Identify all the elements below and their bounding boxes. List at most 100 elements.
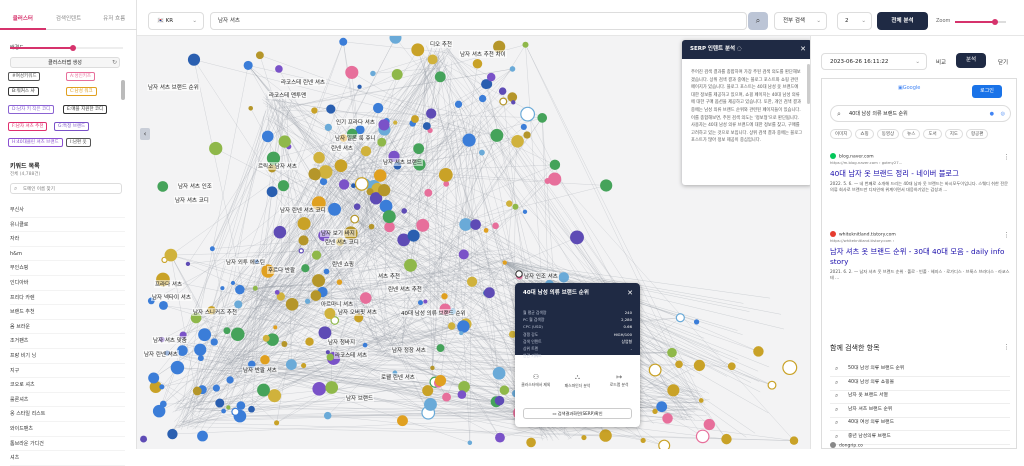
graph-node[interactable]: [426, 108, 436, 118]
graph-node[interactable]: [511, 135, 524, 148]
tab-search-intent[interactable]: 검색인텐트: [46, 8, 92, 30]
cluster-chip[interactable]: B:워커스 샤: [8, 87, 39, 96]
graph-node[interactable]: [550, 160, 560, 170]
graph-node[interactable]: [545, 178, 551, 184]
graph-node[interactable]: [301, 363, 306, 368]
graph-node[interactable]: [411, 43, 424, 56]
graph-node[interactable]: [392, 69, 403, 80]
keyword-list-item[interactable]: 인디아바: [10, 276, 125, 291]
keyword-list-item[interactable]: 코오로 셔츠: [10, 378, 125, 393]
keyword-list-item[interactable]: 조거팬츠: [10, 334, 125, 349]
graph-node[interactable]: [390, 36, 402, 44]
graph-node[interactable]: [339, 38, 347, 46]
graph-node[interactable]: [286, 359, 297, 370]
graph-node[interactable]: [268, 389, 281, 402]
graph-node[interactable]: [305, 337, 313, 345]
graph-node[interactable]: [262, 131, 274, 143]
zoom-slider-handle[interactable]: [992, 19, 998, 25]
search-mode-select[interactable]: 전부 검색⌄: [774, 12, 827, 30]
google-tab[interactable]: 뉴스: [902, 129, 920, 139]
keyword-list-item[interactable]: 와이드팬츠: [10, 422, 125, 437]
graph-node[interactable]: [437, 344, 445, 352]
graph-node[interactable]: [652, 409, 657, 414]
graph-node[interactable]: [345, 66, 358, 79]
keyword-list-item[interactable]: 룰론셔츠: [10, 393, 125, 408]
graph-node[interactable]: [459, 218, 472, 231]
keyword-list-item[interactable]: 프랑 비기 닝: [10, 349, 125, 364]
search-button[interactable]: ⌕: [748, 12, 768, 30]
graph-node[interactable]: [140, 436, 147, 443]
graph-node[interactable]: [275, 65, 283, 73]
graph-node[interactable]: [442, 393, 451, 402]
graph-node[interactable]: [599, 429, 611, 441]
graph-node[interactable]: [492, 222, 499, 229]
graph-node[interactable]: [312, 251, 321, 260]
graph-node[interactable]: [493, 367, 506, 380]
graph-node[interactable]: [335, 159, 348, 172]
graph-node[interactable]: [256, 51, 264, 59]
graph-node[interactable]: [506, 200, 512, 206]
graph-node[interactable]: [696, 430, 708, 442]
graph-node[interactable]: [401, 208, 407, 214]
graph-node[interactable]: [194, 344, 206, 356]
graph-node[interactable]: [248, 106, 253, 111]
graph-node[interactable]: [274, 420, 279, 425]
tab-cluster[interactable]: 클러스터: [0, 8, 46, 30]
refresh-icon[interactable]: ↻: [112, 59, 117, 66]
graph-node[interactable]: [484, 287, 495, 298]
graph-node[interactable]: [753, 346, 763, 356]
graph-node[interactable]: [404, 259, 417, 272]
graph-node[interactable]: [231, 327, 245, 341]
graph-node[interactable]: [467, 277, 477, 287]
graph-node[interactable]: [263, 335, 270, 342]
keyword-list-item[interactable]: 무신사: [10, 203, 125, 218]
graph-node[interactable]: [198, 328, 211, 341]
graph-node[interactable]: [356, 178, 368, 190]
graph-node[interactable]: [526, 438, 536, 448]
keyword-list-item[interactable]: 자라: [10, 232, 125, 247]
graph-node[interactable]: [470, 219, 481, 230]
close-icon[interactable]: ✕: [627, 283, 633, 303]
graph-node[interactable]: [279, 135, 291, 147]
graph-node[interactable]: [324, 412, 332, 420]
graph-node[interactable]: [487, 73, 495, 81]
graph-node[interactable]: [443, 181, 449, 187]
zoom-slider[interactable]: [955, 21, 1006, 23]
graph-node[interactable]: [360, 292, 372, 304]
graph-node[interactable]: [521, 124, 527, 130]
graph-node[interactable]: [704, 419, 715, 430]
graph-node[interactable]: [267, 186, 278, 197]
graph-node[interactable]: [422, 385, 433, 396]
more-options-icon[interactable]: ⋮: [1003, 153, 1010, 161]
keyword-action-button[interactable]: ↦로드맵 분석: [600, 373, 638, 399]
graph-node[interactable]: [397, 415, 408, 426]
graph-node[interactable]: [313, 152, 325, 164]
graph-node[interactable]: [600, 179, 612, 191]
graph-node[interactable]: [326, 350, 330, 354]
graph-node[interactable]: [694, 319, 699, 324]
graph-node[interactable]: [490, 129, 503, 142]
graph-node[interactable]: [369, 224, 375, 230]
graph-node[interactable]: [676, 314, 684, 322]
graph-node[interactable]: [328, 203, 341, 216]
graph-node[interactable]: [439, 168, 453, 182]
keyword-list-item[interactable]: 옹 스타일 리스트: [10, 407, 125, 422]
graph-node[interactable]: [226, 376, 233, 383]
graph-node[interactable]: [468, 441, 473, 446]
graph-node[interactable]: [435, 375, 446, 386]
graph-node[interactable]: [232, 408, 239, 415]
graph-node[interactable]: [157, 181, 168, 192]
graph-node[interactable]: [416, 219, 429, 232]
graph-node[interactable]: [298, 217, 311, 230]
graph-node[interactable]: [327, 354, 334, 361]
graph-node[interactable]: [308, 168, 320, 180]
graph-node[interactable]: [215, 399, 224, 408]
graph-node[interactable]: [244, 61, 253, 70]
cluster-chip[interactable]: A:성인키즈: [66, 72, 95, 81]
graph-node[interactable]: [197, 431, 208, 442]
graph-node[interactable]: [312, 382, 326, 396]
cluster-map-button[interactable]: 클러스터맵 생성: [10, 57, 120, 68]
graph-node[interactable]: [363, 343, 368, 348]
graph-node[interactable]: [286, 298, 299, 311]
size-slider-handle[interactable]: [70, 45, 76, 51]
